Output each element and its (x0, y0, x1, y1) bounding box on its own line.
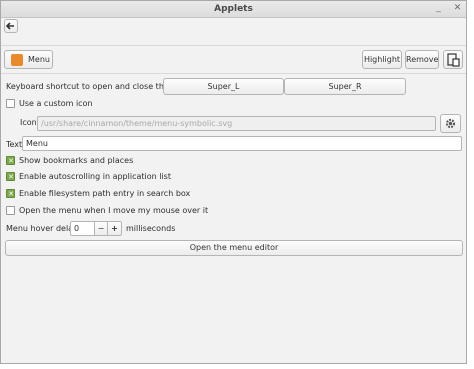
bookmarks-checkbox[interactable] (6, 154, 15, 168)
window-title: Applets (214, 4, 253, 14)
hover-delay-input[interactable]: 0 (70, 221, 95, 236)
hover-open-option[interactable]: Open the menu when I move my mouse over … (6, 204, 209, 218)
autoscroll-checkbox[interactable] (6, 170, 15, 184)
custom-icon-label: Use a custom icon (19, 99, 93, 108)
custom-icon-option[interactable]: Use a custom icon (6, 97, 126, 111)
shortcut-secondary-button[interactable]: Super_R (284, 78, 406, 95)
text-label: Text (6, 140, 23, 149)
back-button[interactable] (4, 19, 18, 33)
icon-path-field[interactable]: /usr/share/cinnamon/theme/menu-symbolic.… (37, 116, 436, 131)
hover-open-label: Open the menu when I move my mouse over … (19, 206, 209, 215)
applet-bar: Menu Highlight Remove (1, 46, 466, 74)
hover-delay-label: Menu hover delay: (6, 224, 80, 233)
minimize-icon[interactable]: _ (434, 4, 443, 13)
applet-menu-button[interactable]: Menu (4, 50, 53, 69)
configure-button[interactable] (443, 50, 463, 69)
applets-window: Applets _ ✕ Menu Highlight Remove Keyboa… (0, 0, 467, 364)
icon-label: Icon (20, 118, 37, 127)
hover-delay-unit: milliseconds (126, 224, 176, 233)
autoscroll-option[interactable]: Enable autoscrolling in application list (6, 170, 186, 184)
title-bar: Applets _ ✕ (1, 1, 466, 18)
close-icon[interactable]: ✕ (453, 4, 462, 13)
bookmarks-label: Show bookmarks and places (19, 156, 134, 165)
arrow-left-icon (5, 22, 14, 30)
text-field[interactable]: Menu (22, 136, 462, 151)
toolbar (1, 18, 466, 46)
icon-chooser-button[interactable] (440, 114, 461, 133)
remove-button[interactable]: Remove (405, 50, 439, 69)
autoscroll-label: Enable autoscrolling in application list (19, 172, 171, 181)
hover-open-checkbox[interactable] (6, 206, 15, 215)
decrement-button[interactable]: − (94, 221, 108, 236)
custom-icon-checkbox[interactable] (6, 99, 15, 108)
shortcut-primary-button[interactable]: Super_L (163, 78, 284, 95)
open-menu-editor-button[interactable]: Open the menu editor (5, 240, 463, 256)
filesystem-option[interactable]: Enable filesystem path entry in search b… (6, 187, 196, 201)
filesystem-checkbox[interactable] (6, 187, 15, 201)
filesystem-label: Enable filesystem path entry in search b… (19, 189, 191, 198)
applet-menu-label: Menu (28, 55, 50, 64)
highlight-button[interactable]: Highlight (362, 50, 402, 69)
window-configure-icon (447, 53, 460, 67)
increment-button[interactable]: + (107, 221, 122, 236)
menu-applet-icon (11, 54, 23, 66)
gear-icon (445, 118, 456, 129)
bookmarks-option[interactable]: Show bookmarks and places (6, 154, 156, 168)
